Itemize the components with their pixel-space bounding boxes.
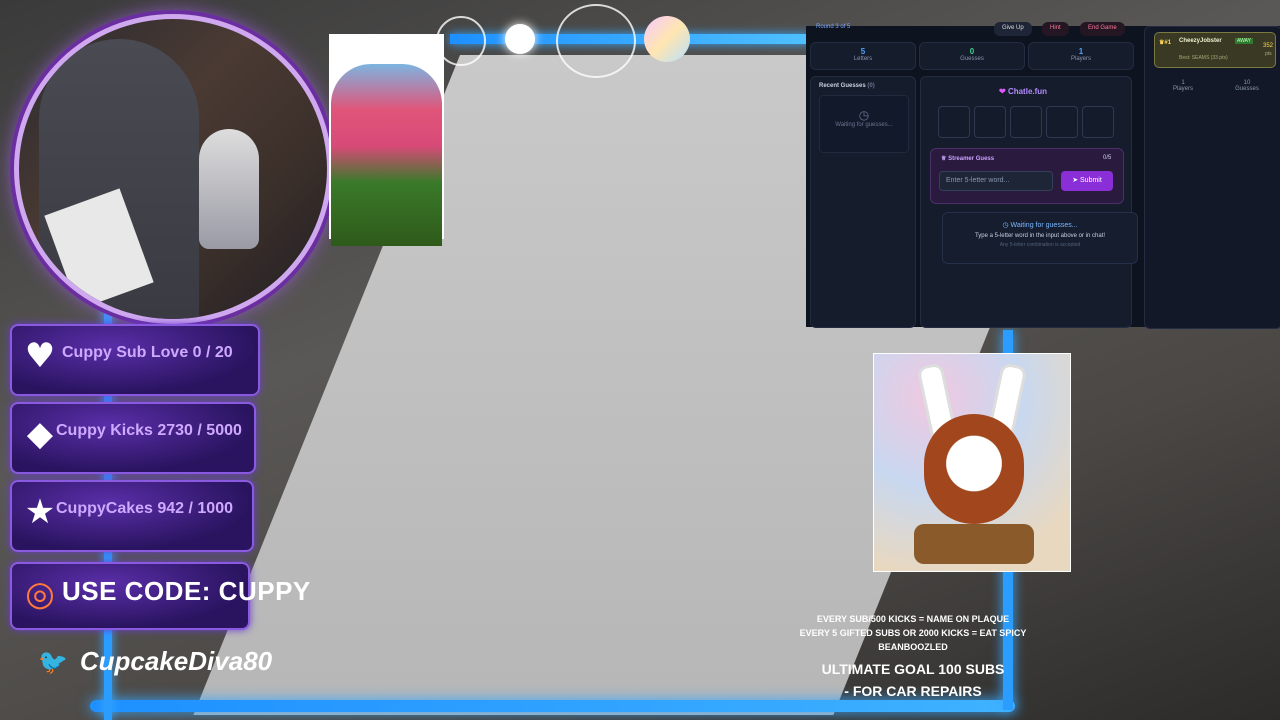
webcam-feed	[14, 14, 332, 324]
recent-guesses-panel: Recent Guesses (0) ◷ Waiting for guesses…	[810, 76, 916, 328]
waiting-note: Any 5-letter combination is accepted	[999, 242, 1081, 248]
hint-button[interactable]: Hint	[1042, 22, 1069, 36]
goal-cuppycakes: ★ CuppyCakes 942 / 1000	[10, 480, 254, 552]
leader-points: 352	[1263, 43, 1274, 49]
recent-guesses-title: Recent Guesses (0)	[819, 83, 875, 89]
stat-guesses: 0 Guesses	[919, 42, 1025, 70]
heart-icon: ♥	[24, 336, 56, 376]
letter-tile	[1046, 106, 1078, 138]
rule-line: - FOR CAR REPAIRS	[844, 683, 982, 699]
painting-preview	[329, 34, 444, 246]
chatle-game-panel: Round 3 of 5 Give Up Hint End Game 5 Lett…	[806, 22, 1280, 329]
painting-art	[331, 64, 442, 246]
letter-tile	[974, 106, 1006, 138]
leader-rank: ♛#1	[1159, 40, 1172, 46]
stream-rules: EVERY SUB/500 KICKS = NAME ON PLAQUE EVE…	[798, 612, 1028, 702]
end-game-button[interactable]: End Game	[1080, 22, 1125, 36]
rule-line: ULTIMATE GOAL 100 SUBS	[821, 661, 1005, 677]
leader-detail: Best: SEAMS (33 pts)	[1179, 55, 1228, 61]
give-up-button[interactable]: Give Up	[994, 22, 1032, 36]
dog-head	[924, 414, 1024, 524]
streamer-guess-title: ♕ Streamer Guess	[941, 156, 995, 162]
goal-label: CuppyCakes 942 / 1000	[56, 500, 233, 517]
twitter-handle-text: CupcakeDiva80	[79, 646, 273, 676]
waiting-title: ◷ Waiting for guesses...	[1002, 222, 1078, 229]
letter-tile	[1010, 106, 1042, 138]
waiting-description: Type a 5-letter word in the input above …	[974, 233, 1106, 239]
streamer-guess-box: ♕ Streamer Guess 0/5 Enter 5-letter word…	[930, 148, 1124, 204]
guess-input[interactable]: Enter 5-letter word...	[939, 171, 1053, 191]
leader-name: CheezyJobster	[1179, 38, 1222, 44]
clock-icon: ◷	[1002, 222, 1009, 229]
bubble-decoration	[644, 16, 690, 62]
diamond-icon: ◆	[26, 414, 54, 454]
leader-points-unit: pts	[1265, 51, 1272, 57]
star-icon: ★	[24, 492, 56, 532]
promo-code-label: USE CODE: CUPPY	[62, 576, 311, 606]
leaderboard-entry: ♛#1 CheezyJobster AWAY 352 pts Best: SEA…	[1154, 32, 1276, 68]
egg-basket	[914, 524, 1034, 564]
round-indicator: Round 3 of 5	[816, 24, 851, 30]
goal-label: Cuppy Sub Love 0 / 20	[62, 344, 233, 361]
bubble-decoration	[505, 24, 535, 54]
user-icon: ♕	[941, 156, 947, 162]
away-badge: AWAY	[1235, 38, 1253, 44]
waiting-status-box: ◷ Waiting for guesses... Type a 5-letter…	[942, 212, 1138, 264]
streamer-guess-counter: 0/5	[1103, 155, 1112, 161]
goal-label: Cuppy Kicks 2730 / 5000	[56, 422, 242, 439]
bubble-decoration	[556, 4, 636, 78]
letter-tile	[1082, 106, 1114, 138]
bunny-dog-painting	[873, 353, 1071, 572]
stat-players: 1 Players	[1028, 42, 1134, 70]
rule-line: EVERY SUB/500 KICKS = NAME ON PLAQUE	[816, 614, 1010, 624]
twitter-bird-icon: 🐦	[38, 649, 68, 676]
rule-line: EVERY 5 GIFTED SUBS OR 2000 KICKS = EAT …	[799, 628, 1027, 652]
goal-kicks: ◆ Cuppy Kicks 2730 / 5000	[10, 402, 256, 474]
letter-tile	[938, 106, 970, 138]
guesses-count: 10 Guesses	[1235, 80, 1259, 92]
leaderboard-panel	[1144, 26, 1280, 329]
recent-guesses-empty: ◷ Waiting for guesses...	[819, 95, 909, 153]
players-count: 1 Players	[1172, 80, 1193, 92]
microphone	[199, 129, 259, 249]
brand-icon: ❤	[999, 87, 1006, 96]
promo-code-banner: ◎ USE CODE: CUPPY	[10, 562, 310, 630]
twitter-handle: 🐦 CupcakeDiva80	[38, 646, 272, 677]
stat-letters: 5 Letters	[810, 42, 916, 70]
submit-button[interactable]: ➤ Submit	[1061, 171, 1113, 191]
brand-title: ❤ Chatle.fun	[999, 87, 1048, 96]
send-icon: ➤	[1072, 177, 1079, 184]
clock-icon: ◷	[858, 108, 870, 122]
kick-logo-icon: ◎	[25, 574, 55, 614]
goal-sub-love: ♥ Cuppy Sub Love 0 / 20	[10, 324, 260, 396]
